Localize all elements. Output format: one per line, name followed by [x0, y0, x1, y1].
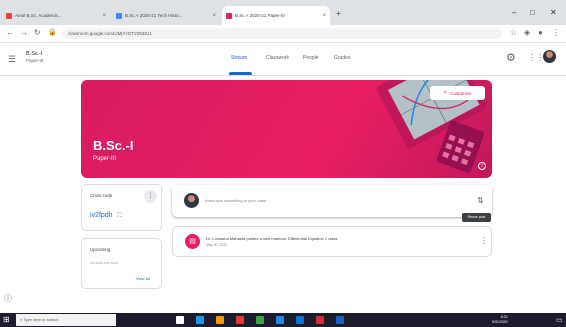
tab-label: B.Sc.-I 2020-21 Paper-III: [235, 13, 285, 18]
browser-tab-active[interactable]: B.Sc.-I 2020-21 Paper-III ×: [222, 6, 330, 25]
taskbar-app-icon[interactable]: [176, 316, 184, 324]
lock-icon: 🔒: [48, 29, 57, 36]
taskbar-app-icon[interactable]: [196, 316, 204, 324]
class-banner: B.Sc.-I Paper-III ✎ Customize i: [81, 80, 492, 178]
system-tray-clock[interactable]: 8:32 5/31/2020: [492, 315, 508, 325]
fullscreen-icon[interactable]: ⛶: [118, 213, 122, 219]
avatar[interactable]: [543, 50, 556, 63]
tab-favicon-icon: [116, 12, 122, 19]
banner-subtitle: Paper-III: [93, 156, 117, 162]
tab-label: B.Sc.-I 2020-21 Tech Histo...: [125, 13, 183, 18]
more-options-icon[interactable]: ⋮: [144, 190, 157, 203]
upcoming-card: Upcoming No work due soon View all: [81, 238, 162, 289]
pencil-icon: ✎: [443, 90, 448, 95]
reuse-post-icon[interactable]: ⇅: [477, 196, 484, 205]
customize-label: Customize: [450, 90, 472, 96]
taskbar-app-icon[interactable]: [276, 316, 284, 324]
stream-item[interactable]: ▤ Dr. Lomasha Mahanta posted a new mater…: [172, 226, 492, 257]
taskbar-app-icon[interactable]: [256, 316, 264, 324]
taskbar-app-icon[interactable]: [236, 316, 244, 324]
star-icon[interactable]: ☆: [510, 28, 517, 37]
classroom-header: ☰ B.Sc.-I Paper-III Stream Classwork Peo…: [0, 43, 566, 76]
extension-icon[interactable]: ◈: [524, 28, 530, 37]
forward-arrow-icon[interactable]: →: [20, 28, 28, 37]
class-name[interactable]: B.Sc.-I: [26, 51, 43, 58]
view-all-link[interactable]: View all: [136, 276, 150, 281]
tab-close-icon[interactable]: ×: [102, 13, 106, 19]
maximize-button[interactable]: □: [530, 8, 535, 17]
class-code-text: iv2fpdh: [90, 212, 113, 219]
hamburger-menu-icon[interactable]: ☰: [8, 54, 16, 65]
taskbar-app-icon[interactable]: [296, 316, 304, 324]
announce-placeholder[interactable]: Announce something to your class: [205, 198, 266, 203]
class-section: Paper-III: [26, 58, 44, 63]
search-placeholder: Type here to search: [23, 317, 59, 322]
url-input[interactable]: classroom.google.com/c/MjYzOTY0NDU1: [62, 28, 502, 39]
tab-grades[interactable]: Grades: [334, 55, 350, 61]
address-bar: ← → ↻ 🔒 classroom.google.com/c/MjYzOTY0N…: [0, 25, 566, 43]
taskbar-app-icon[interactable]: [316, 316, 324, 324]
upcoming-label: Upcoming: [90, 247, 111, 252]
apps-grid-icon[interactable]: ⋮⋮: [528, 53, 544, 62]
minimize-button[interactable]: –: [512, 8, 516, 17]
gear-icon[interactable]: ⚙: [506, 51, 516, 64]
tab-classwork[interactable]: Classwork: [266, 55, 289, 61]
tab-close-icon[interactable]: ×: [212, 13, 216, 19]
back-arrow-icon[interactable]: ←: [6, 28, 14, 37]
tab-favicon-icon: [226, 12, 232, 19]
taskbar-app-icon[interactable]: [216, 316, 224, 324]
tab-favicon-icon: [6, 12, 12, 19]
stream-item-text[interactable]: Dr. Lomasha Mahanta posted a new materia…: [206, 236, 337, 241]
class-code-label: Class code: [90, 193, 113, 198]
stream-item-date: May 30, 2020: [206, 243, 228, 247]
close-window-button[interactable]: ✕: [550, 8, 557, 17]
announce-box[interactable]: Announce something to your class ⇅: [172, 185, 492, 217]
menu-dots-icon[interactable]: ⋮: [552, 28, 560, 37]
windows-start-icon[interactable]: ⊞: [3, 315, 13, 325]
new-tab-button[interactable]: +: [336, 9, 341, 18]
banner-title: B.Sc.-I: [93, 138, 134, 153]
customize-button[interactable]: ✎ Customize: [430, 86, 485, 100]
class-code-value: iv2fpdh ⛶: [90, 212, 122, 220]
upcoming-text: No work due soon: [90, 261, 119, 265]
reload-icon[interactable]: ↻: [34, 28, 41, 37]
active-tab-indicator: [229, 72, 252, 75]
taskbar-search-input[interactable]: ⌕ Type here to search: [16, 314, 116, 326]
notification-icon[interactable]: ▭: [556, 316, 563, 324]
tab-close-icon[interactable]: ×: [322, 13, 326, 19]
tab-people[interactable]: People: [303, 55, 319, 61]
browser-tab-strip: Amul B.Sc. Academic... × B.Sc.-I 2020-21…: [0, 0, 566, 25]
material-icon: ▤: [185, 234, 200, 249]
taskbar-app-icon[interactable]: [336, 316, 344, 324]
info-icon[interactable]: i: [478, 162, 486, 170]
avatar: [184, 193, 199, 208]
more-options-icon[interactable]: ⋮: [480, 236, 488, 245]
profile-icon[interactable]: ●: [538, 28, 543, 37]
tab-stream[interactable]: Stream: [231, 55, 247, 61]
tooltip: Reuse post: [462, 213, 491, 222]
tab-label: Amul B.Sc. Academic...: [15, 13, 62, 18]
browser-tab[interactable]: Amul B.Sc. Academic... ×: [2, 6, 110, 25]
help-icon[interactable]: ⓘ: [4, 293, 12, 304]
browser-tab[interactable]: B.Sc.-I 2020-21 Tech Histo... ×: [112, 6, 220, 25]
class-code-card: Class code ⋮ iv2fpdh ⛶: [81, 184, 162, 231]
clock-date: 5/31/2020: [492, 320, 508, 324]
